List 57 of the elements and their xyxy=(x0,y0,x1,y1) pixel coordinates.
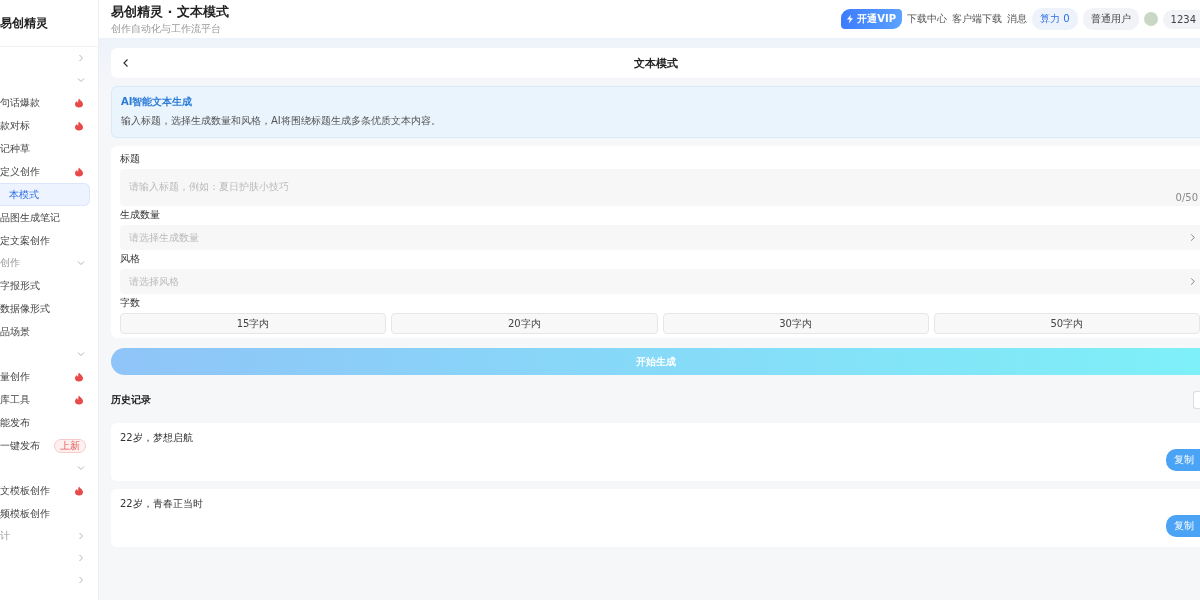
menu-item[interactable]: 品图生成笔记 xyxy=(0,206,98,229)
chevron-icon xyxy=(1188,233,1197,242)
menu-item[interactable]: 句话爆款 xyxy=(0,91,98,114)
header-title: 易创精灵 · 文本模式 xyxy=(111,2,229,21)
banner-text: 输入标题，选择生成数量和风格，AI将围绕标题生成多条优质文本内容。 xyxy=(121,114,442,128)
chevron-icon xyxy=(76,258,86,268)
points-button[interactable]: 算力 0 xyxy=(1032,8,1078,30)
field-label: 生成数量 xyxy=(120,208,161,222)
page-title: 文本模式 xyxy=(633,55,678,71)
header-link[interactable]: 消息 xyxy=(1007,12,1027,26)
menu-item[interactable]: 款对标 xyxy=(0,114,98,137)
menu-item[interactable]: 定文案创作 xyxy=(0,229,98,252)
chevron-icon xyxy=(76,53,86,63)
lightning-icon xyxy=(845,14,856,24)
length-option[interactable]: 15字内 xyxy=(120,313,387,334)
chevron-icon xyxy=(76,463,86,473)
menu-item[interactable]: 字报形式 xyxy=(0,274,98,297)
chevron-icon xyxy=(76,75,86,85)
length-option[interactable]: 20字内 xyxy=(391,313,658,334)
chevron-icon xyxy=(76,575,86,585)
menu-item[interactable]: 记种草 xyxy=(0,137,98,160)
back-icon[interactable] xyxy=(121,58,131,68)
banner-title: AI智能文本生成 xyxy=(121,95,194,109)
menu-item[interactable]: 本模式 xyxy=(0,183,90,206)
field-label: 标题 xyxy=(120,152,141,166)
record-text: 22岁，梦想启航 xyxy=(120,431,194,445)
chevron-icon xyxy=(76,531,86,541)
menu-item[interactable]: 频模板创作 xyxy=(0,502,98,525)
record-text: 22岁，青春正当时 xyxy=(120,497,204,511)
new-badge: 上新 xyxy=(54,438,86,453)
menu-item[interactable]: 品场景 xyxy=(0,320,98,343)
menu-item[interactable]: 量创作 xyxy=(0,365,98,388)
avatar[interactable] xyxy=(1143,12,1158,26)
user-button[interactable]: 1234 xyxy=(1162,9,1200,29)
length-option[interactable]: 50字内 xyxy=(933,313,1200,334)
length-option[interactable]: 30字内 xyxy=(662,313,929,334)
menu-item[interactable]: 能发布 xyxy=(0,411,98,434)
field-label: 风格 xyxy=(120,252,141,266)
role-button[interactable]: 普通用户 xyxy=(1082,8,1139,30)
header-link[interactable]: 下载中心 xyxy=(907,12,947,26)
menu-item[interactable]: 库工具 xyxy=(0,388,98,411)
header-subtitle: 创作自动化与工作流平台 xyxy=(111,21,222,36)
section-title: 历史记录 xyxy=(111,393,151,407)
history-button[interactable] xyxy=(1193,391,1200,409)
menu-item[interactable]: 文模板创作 xyxy=(0,479,98,502)
chevron-icon xyxy=(76,349,86,359)
chevron-icon xyxy=(76,553,86,563)
group-label: 计 xyxy=(0,529,10,543)
menu-item[interactable]: 一键发布 上新 xyxy=(0,434,98,457)
menu-item[interactable]: 数据像形式 xyxy=(0,297,98,320)
menu-item[interactable]: 定义创作 xyxy=(0,160,98,183)
field-label: 字数 xyxy=(120,296,141,310)
char-counter: 0/50 xyxy=(1175,192,1198,203)
app-name: 易创精灵 xyxy=(0,0,98,47)
group-label: 创作 xyxy=(0,256,20,270)
chevron-icon xyxy=(1188,277,1197,286)
header-link[interactable]: 客户端下载 xyxy=(952,12,1002,26)
